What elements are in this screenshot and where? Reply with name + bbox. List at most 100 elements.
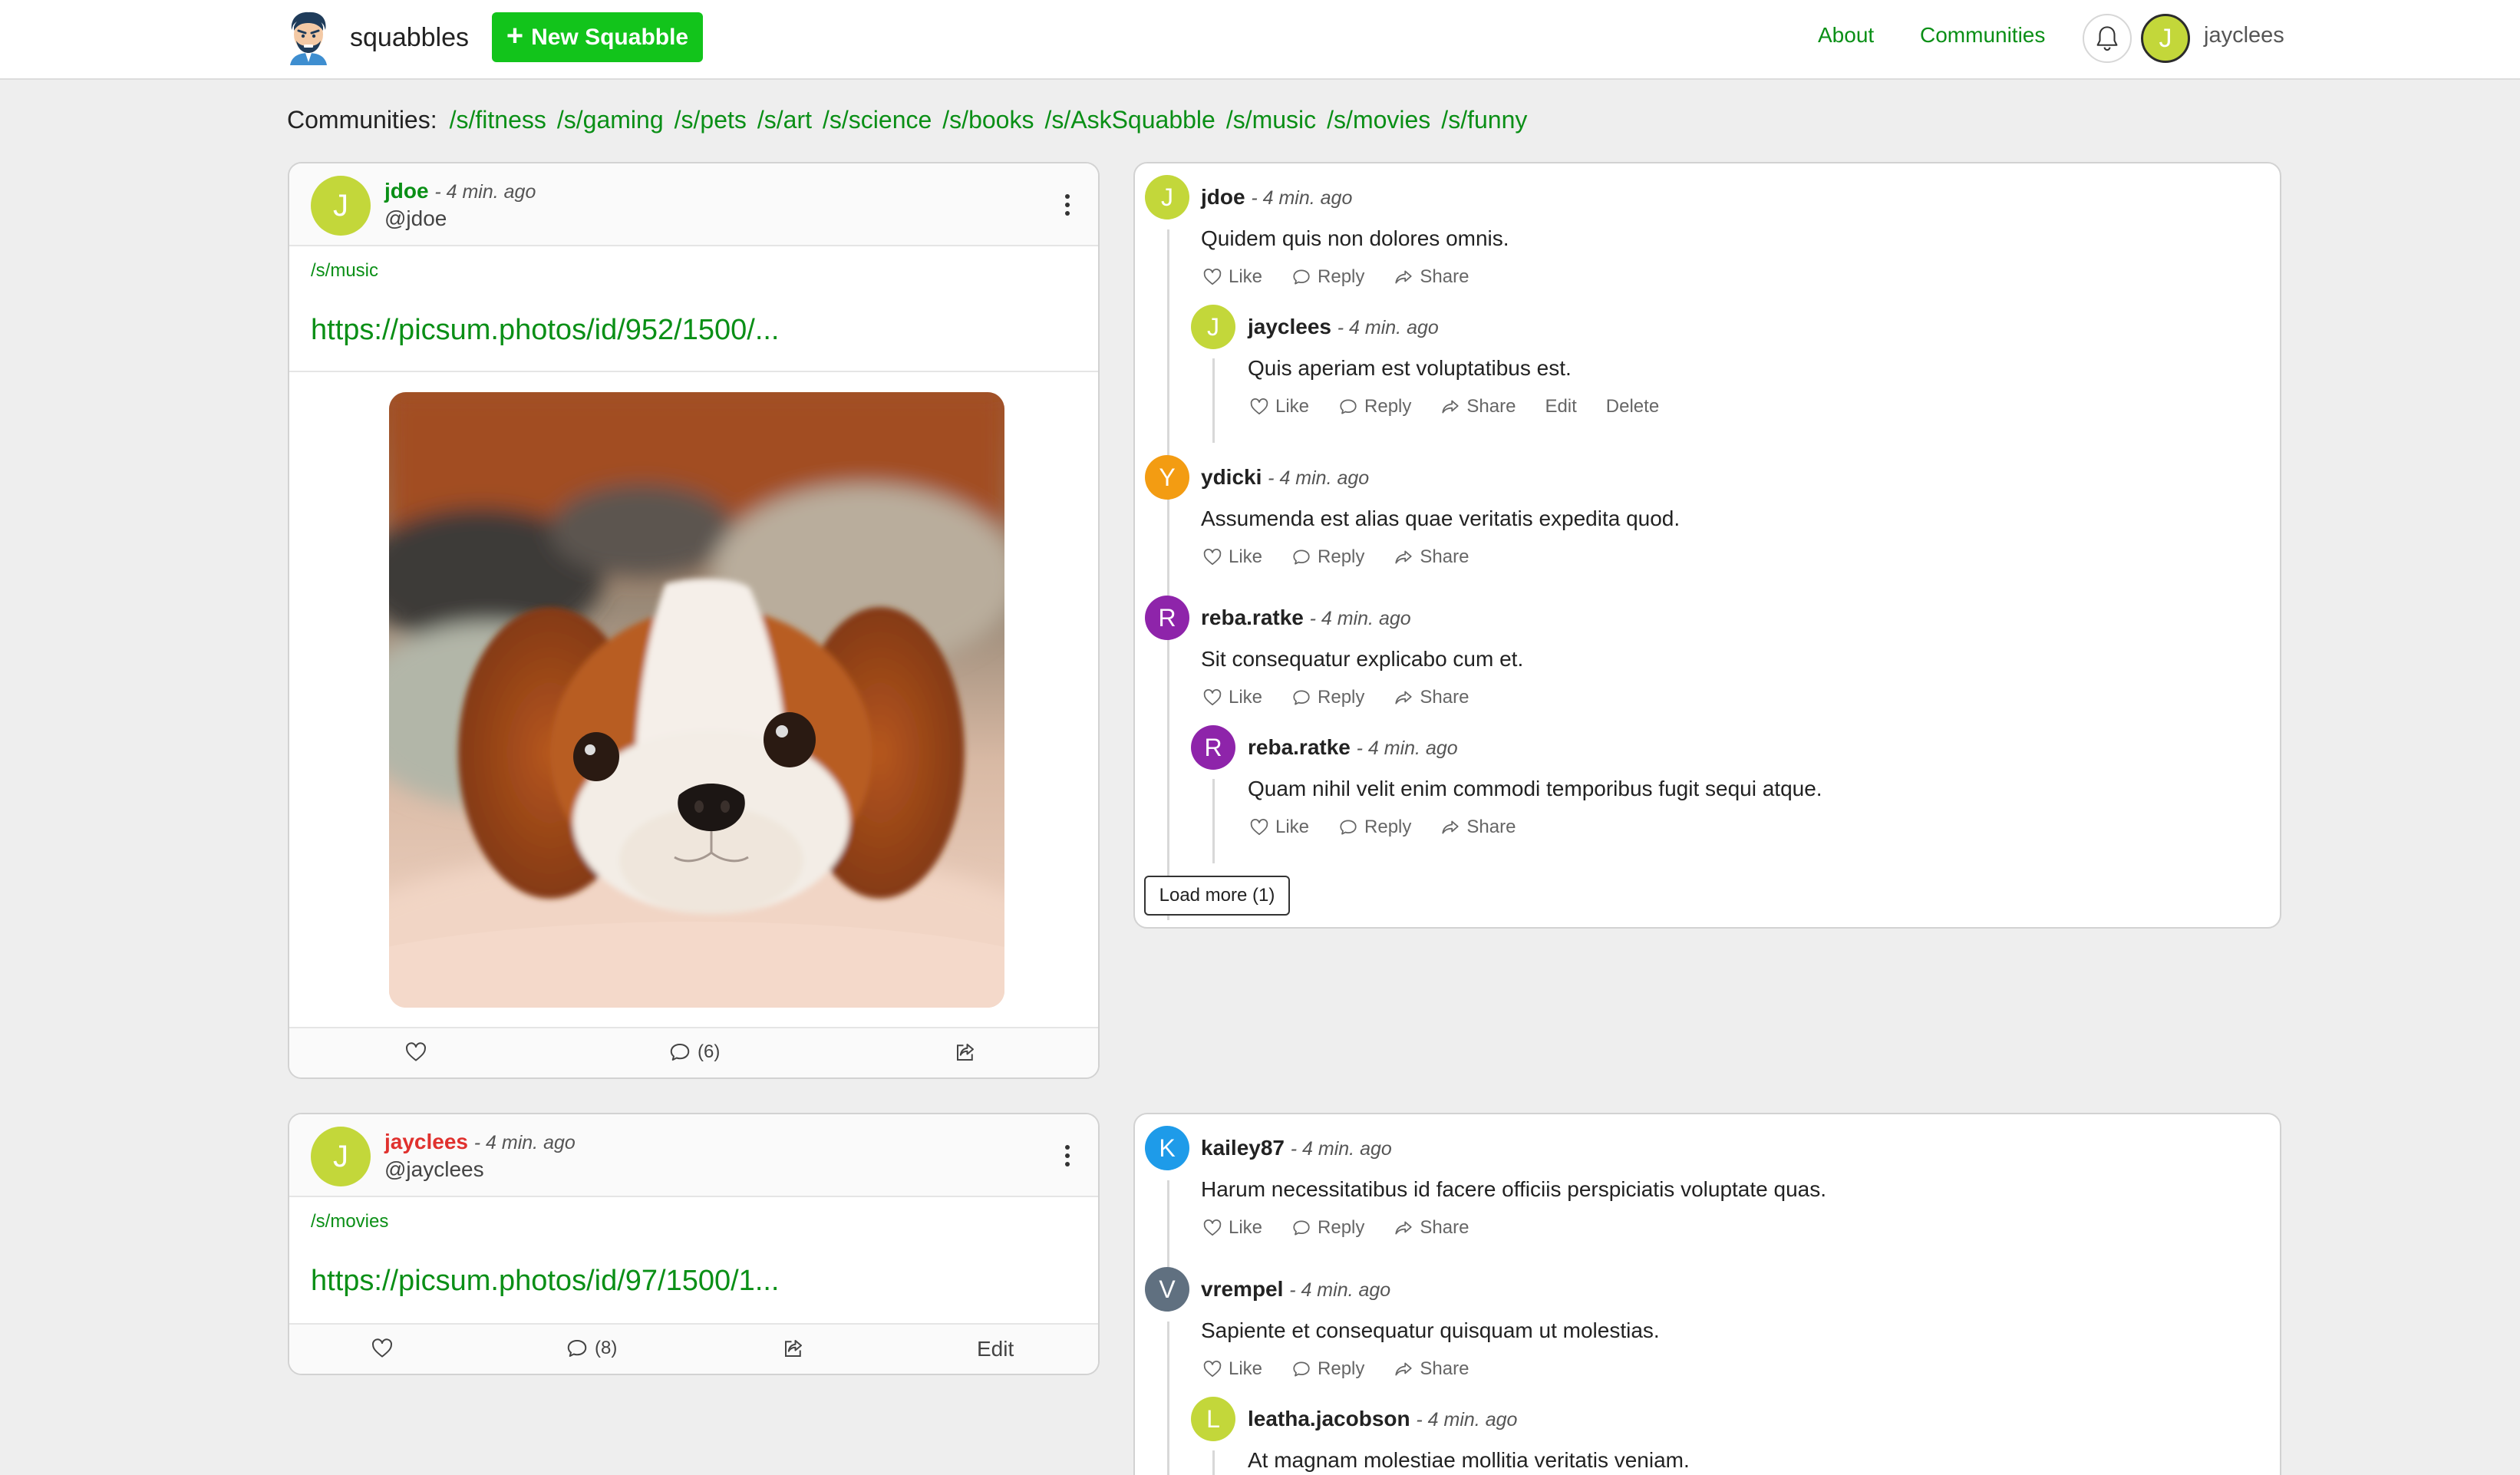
post-footer: (6) [289,1027,1098,1077]
post-share-button[interactable] [954,1041,977,1064]
comment-author-name[interactable]: reba.ratke [1201,606,1304,629]
comment-reply-button[interactable]: Reply [1291,687,1364,708]
brand-name: squabbles [350,22,470,52]
post-image-dog[interactable] [389,392,1004,1008]
comment-author-name[interactable]: kailey87 [1201,1136,1285,1160]
comment-like-button[interactable]: Like [1202,266,1262,288]
load-more-button[interactable]: Load more (1) [1144,876,1290,916]
post-share-button[interactable] [782,1337,805,1360]
comment-share-button[interactable]: Share [1394,546,1469,568]
comment-header: kailey87 - 4 min. ago [1201,1136,1392,1160]
reply-author-avatar[interactable]: R [1191,725,1235,770]
community-link-music[interactable]: /s/music [1226,106,1316,134]
comment-actions: Like Reply Share [1202,546,1469,568]
post-menu-icon[interactable] [1064,1145,1070,1166]
post-comments-button[interactable]: (8) [566,1337,617,1360]
comment-like-button[interactable]: Like [1202,1217,1262,1239]
comment-author-avatar[interactable]: Y [1145,455,1189,500]
comment-author-avatar[interactable]: V [1145,1267,1189,1312]
username-menu[interactable]: jayclees [2204,23,2284,48]
reply-author-name[interactable]: leatha.jacobson [1248,1407,1410,1430]
community-link-funny[interactable]: /s/funny [1441,106,1527,134]
thread-line [1167,1180,1169,1272]
bell-icon [2096,26,2118,51]
plus-icon: + [506,19,524,52]
comment-author-name[interactable]: jdoe [1201,185,1245,209]
reply-author-avatar[interactable]: L [1191,1397,1235,1441]
share-label: Share [1420,266,1469,287]
nav-about-link[interactable]: About [1818,23,1874,48]
nav-communities-link[interactable]: Communities [1920,23,2045,48]
comment-author-name[interactable]: vrempel [1201,1277,1283,1301]
brand[interactable]: squabbles [285,11,470,65]
share-label: Share [1420,687,1469,708]
post-link[interactable]: https://picsum.photos/id/97/1500/1... [311,1265,780,1298]
comment-author-avatar[interactable]: J [1145,175,1189,219]
post-community-link[interactable]: /s/movies [311,1211,388,1232]
comment-text: Sapiente et consequatur quisquam ut mole… [1201,1318,1660,1342]
notifications-button[interactable] [2083,14,2132,63]
community-link-art[interactable]: /s/art [757,106,812,134]
new-squabble-button[interactable]: + New Squabble [492,12,703,62]
comment-author-avatar[interactable]: K [1145,1126,1189,1170]
reply-author-avatar[interactable]: J [1191,305,1235,349]
share-icon [1394,267,1413,287]
comment-icon [1291,267,1311,287]
comment-like-button[interactable]: Like [1202,687,1262,708]
reply-reply-button[interactable]: Reply [1338,817,1411,838]
reply-author-name[interactable]: jayclees [1248,315,1331,338]
community-link-asksquabble[interactable]: /s/AskSquabble [1044,106,1215,134]
reply-reply-button[interactable]: Reply [1338,396,1411,417]
comment-icon [1291,688,1311,708]
comment-actions: Like Reply Share [1202,266,1469,288]
post-author-avatar[interactable]: J [311,176,371,236]
comment-share-button[interactable]: Share [1394,687,1469,708]
comment-reply-button[interactable]: Reply [1291,546,1364,568]
comments-panel: K kailey87 - 4 min. ago Harum necessitat… [1133,1113,2281,1475]
comment-like-button[interactable]: Like [1202,546,1262,568]
post-like-button[interactable] [404,1041,427,1064]
heart-icon [1249,817,1269,837]
comment-header: reba.ratke - 4 min. ago [1201,606,1411,630]
share-icon [954,1041,977,1064]
user-avatar[interactable]: J [2141,14,2190,63]
reply-share-button[interactable]: Share [1440,396,1516,417]
comment-time: - 4 min. ago [1309,608,1411,629]
post-like-button[interactable] [371,1337,394,1360]
comment-like-button[interactable]: Like [1202,1358,1262,1380]
reply-delete-button[interactable]: Delete [1606,396,1659,417]
community-link-science[interactable]: /s/science [823,106,932,134]
comment-author-avatar[interactable]: R [1145,596,1189,640]
comment-reply-button[interactable]: Reply [1291,266,1364,288]
post-author-avatar[interactable]: J [311,1127,371,1186]
comment-reply-button[interactable]: Reply [1291,1217,1364,1239]
post-comments-button[interactable]: (6) [668,1041,720,1064]
reply-author-name[interactable]: reba.ratke [1248,735,1351,759]
post-community-link[interactable]: /s/music [311,260,378,282]
community-link-gaming[interactable]: /s/gaming [557,106,664,134]
post-divider [289,371,1098,372]
reply-like-button[interactable]: Like [1249,817,1309,838]
heart-icon [404,1041,427,1064]
reply-edit-button[interactable]: Edit [1545,396,1576,417]
post-edit-button[interactable]: Edit [977,1337,1014,1361]
reply-like-button[interactable]: Like [1249,396,1309,417]
comment-reply-button[interactable]: Reply [1291,1358,1364,1380]
comment-share-button[interactable]: Share [1394,266,1469,288]
post-author-name[interactable]: jdoe [384,179,429,203]
comment-share-button[interactable]: Share [1394,1358,1469,1380]
share-label: Share [1466,396,1516,417]
share-icon [1440,817,1460,837]
community-link-pets[interactable]: /s/pets [675,106,747,134]
community-link-movies[interactable]: /s/movies [1327,106,1430,134]
post-author-name[interactable]: jayclees [384,1130,468,1153]
reply-share-button[interactable]: Share [1440,817,1516,838]
comment-share-button[interactable]: Share [1394,1217,1469,1239]
post-link[interactable]: https://picsum.photos/id/952/1500/... [311,314,780,347]
reply-time: - 4 min. ago [1416,1409,1518,1430]
community-link-books[interactable]: /s/books [942,106,1034,134]
community-link-fitness[interactable]: /s/fitness [450,106,546,134]
post-menu-icon[interactable] [1064,194,1070,216]
comment-author-name[interactable]: ydicki [1201,465,1262,489]
reply-header: jayclees - 4 min. ago [1248,315,1439,339]
